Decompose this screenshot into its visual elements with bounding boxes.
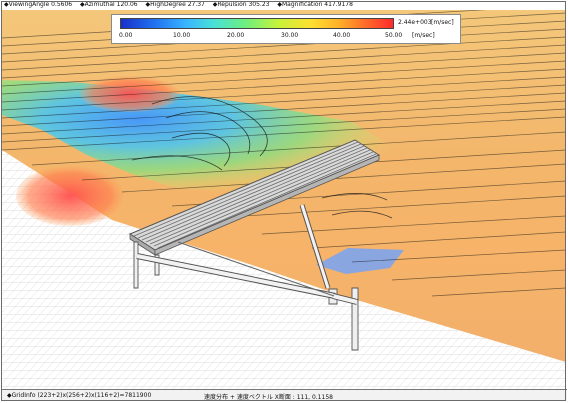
cfd-viewer-window: ◆ViewingAngle 0.5606 ◆Azimuthal 120.06 ◆… <box>0 0 568 403</box>
cfd-scene[interactable] <box>2 10 566 389</box>
legend-unit-bottom: [m/sec] <box>412 32 435 39</box>
max-velocity-label: 2.44e+003 <box>398 19 432 26</box>
legend-tick-40: 40.00 <box>333 32 351 39</box>
viewing-angle-text: ◆ViewingAngle 0.5606 <box>4 1 73 8</box>
high-velocity-zone <box>80 76 180 112</box>
legend-tick-50: 50.00 <box>385 32 403 39</box>
repulsion-text: ◆Repulsion 305.23 <box>212 1 270 8</box>
legend-unit-top: [m/sec] <box>431 19 454 26</box>
section-info-text: 速度分布 + 速度ベクトル X断面 : 111, 0.1158 <box>204 394 333 401</box>
high-degree-text: ◆HighDegree 27.37 <box>145 1 205 8</box>
legend-tick-10: 10.00 <box>173 32 191 39</box>
bottom-status-bar: ◆GridInfo (223+2)x(256+2)x(116+2)=781190… <box>1 389 567 401</box>
azimuthal-text: ◆Azimuthal 120.06 <box>80 1 138 8</box>
magnification-text: ◆Magnification 417.9178 <box>277 1 353 8</box>
legend-tick-20: 20.00 <box>227 32 245 39</box>
view-parameters-bar: ◆ViewingAngle 0.5606 ◆Azimuthal 120.06 ◆… <box>4 0 359 10</box>
legend-tick-0: 0.00 <box>119 32 133 39</box>
legend-tick-30: 30.00 <box>281 32 299 39</box>
velocity-field-render[interactable] <box>2 10 566 389</box>
velocity-colorbar <box>120 18 394 29</box>
grid-info-text: ◆GridInfo (223+2)x(256+2)x(116+2)=781190… <box>7 392 152 399</box>
velocity-legend: 2.44e+003 [m/sec] 0.00 10.00 20.00 30.00… <box>111 14 461 44</box>
low-height-velocity-zone <box>16 166 124 226</box>
